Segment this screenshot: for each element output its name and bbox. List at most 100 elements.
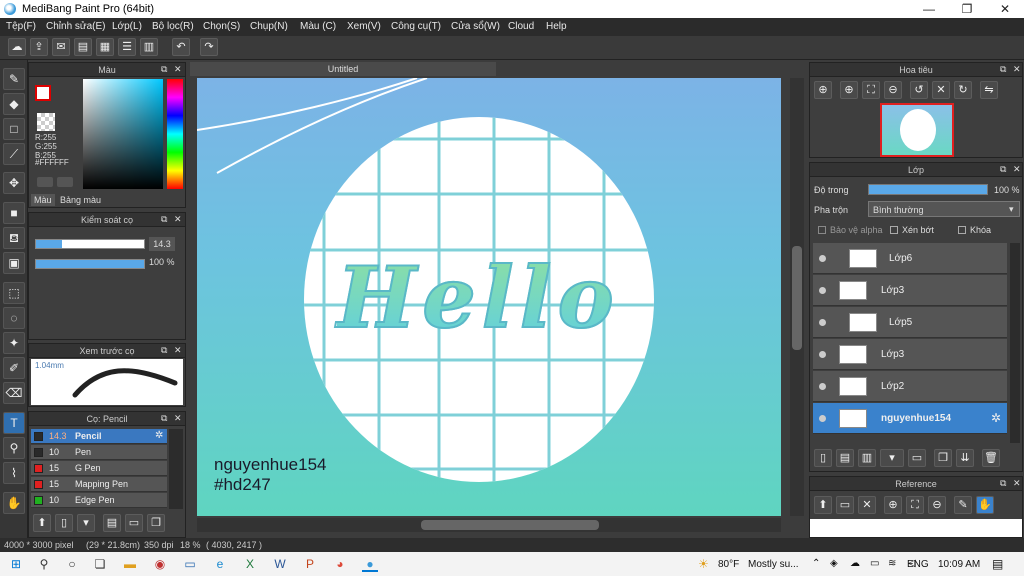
panel-close-icon[interactable]: ✕	[174, 345, 182, 356]
magic-wand-tool-icon[interactable]: ✦	[3, 332, 25, 354]
ref-zoom-in-icon[interactable]: ⊕	[884, 496, 902, 514]
brush-duplicate-icon[interactable]: ❐	[147, 514, 165, 532]
lock-checkbox[interactable]	[958, 226, 966, 234]
delete-layer-icon[interactable]: 🗑	[982, 449, 1000, 467]
brush-item-pen[interactable]: 10 Pen	[31, 445, 167, 460]
cortana-icon[interactable]: ○	[64, 556, 80, 572]
start-icon[interactable]: ⊞	[8, 556, 24, 572]
horizontal-scrollbar[interactable]	[197, 518, 781, 532]
redo-icon[interactable]: ↷	[200, 38, 218, 56]
new-brush-icon[interactable]: ▯	[55, 514, 73, 532]
document-icon[interactable]: ▦	[96, 38, 114, 56]
panel-close-icon[interactable]: ✕	[1013, 64, 1021, 75]
tab-color[interactable]: Màu	[31, 194, 55, 206]
gradient-tool-icon[interactable]: ▣	[3, 252, 25, 274]
layer-row[interactable]: Lớp3	[813, 275, 1007, 306]
layer-row[interactable]: Lớp6	[813, 243, 1007, 274]
layer-add-menu-icon[interactable]: ▾	[880, 449, 904, 467]
transparent-swatch[interactable]	[37, 113, 55, 131]
menu-layer[interactable]: Lớp(L)	[112, 21, 142, 32]
vertical-scrollbar[interactable]	[790, 78, 804, 516]
artwork-canvas[interactable]: Hello nguyenhue154 #hd247	[197, 78, 781, 516]
ref-folder-icon[interactable]: ▭	[836, 496, 854, 514]
menu-tools[interactable]: Công cụ(T)	[391, 21, 441, 32]
panel-float-icon[interactable]: ⧉	[161, 413, 167, 424]
maximize-button[interactable]: ❐	[948, 0, 986, 18]
select-pen-tool-icon[interactable]: ✐	[3, 357, 25, 379]
list-icon[interactable]: ☰	[118, 38, 136, 56]
text-tool-icon[interactable]: T	[3, 412, 25, 434]
swap-small-icon[interactable]	[57, 177, 73, 187]
clipping-checkbox[interactable]	[890, 226, 898, 234]
zoom-fit-icon[interactable]: ⊕	[814, 81, 832, 99]
zoom-out-icon[interactable]: ⊖	[884, 81, 902, 99]
panel-float-icon[interactable]: ⧉	[161, 345, 167, 356]
add-brush-icon[interactable]: ⬆	[33, 514, 51, 532]
brush-item-gpen[interactable]: 15 G Pen	[31, 461, 167, 476]
brush-opacity-slider[interactable]	[35, 259, 145, 269]
eyedrop-small-icon[interactable]	[37, 177, 53, 187]
brush-size-value[interactable]: 14.3	[149, 237, 175, 251]
menu-select[interactable]: Chọn(S)	[203, 21, 240, 32]
menu-help[interactable]: Help	[546, 21, 567, 32]
rotate-left-icon[interactable]: ↺	[910, 81, 928, 99]
eye-icon[interactable]	[819, 415, 826, 422]
eraser-tool-icon[interactable]: ◆	[3, 93, 25, 115]
merge-layer-icon[interactable]: ⇊	[956, 449, 974, 467]
chrome-icon[interactable]: ◕	[332, 556, 348, 572]
brush-item-mapping-pen[interactable]: 15 Mapping Pen	[31, 477, 167, 492]
notifications-icon[interactable]: ▤	[992, 557, 1003, 571]
powerpoint-icon[interactable]: P	[302, 556, 318, 572]
brush-size-slider[interactable]	[35, 239, 145, 249]
navigator-thumbnail[interactable]	[880, 103, 954, 157]
minimize-button[interactable]: —	[910, 0, 948, 18]
document-tab[interactable]: Untitled	[190, 62, 496, 76]
language-indicator[interactable]: ENG	[907, 559, 929, 570]
eye-icon[interactable]	[819, 383, 826, 390]
eyedropper-tool-icon[interactable]: ⌇	[3, 462, 25, 484]
lasso-tool-icon[interactable]: ◌	[3, 307, 25, 329]
flip-icon[interactable]: ⇋	[980, 81, 998, 99]
horizontal-scroll-thumb[interactable]	[421, 520, 599, 530]
layer-list-scrollbar[interactable]	[1010, 243, 1020, 443]
menu-cloud[interactable]: Cloud	[508, 21, 534, 32]
upload-icon[interactable]: ⇪	[30, 38, 48, 56]
wifi-icon[interactable]: ≋	[888, 558, 896, 569]
layer-row-selected[interactable]: nguyenhue154 ✲	[813, 403, 1007, 434]
hue-slider[interactable]	[167, 79, 183, 189]
word-icon[interactable]: W	[272, 556, 288, 572]
menu-color[interactable]: Màu (C)	[300, 21, 336, 32]
clock[interactable]: 10:09 AM	[938, 559, 980, 570]
fill-rect-tool-icon[interactable]: ■	[3, 202, 25, 224]
layer-row[interactable]: Lớp5	[813, 307, 1007, 338]
vertical-scroll-thumb[interactable]	[792, 246, 802, 350]
computer-icon[interactable]: ▭	[182, 556, 198, 572]
layer-row[interactable]: Lớp3	[813, 339, 1007, 370]
saturation-value-picker[interactable]	[83, 79, 163, 189]
select-tool-icon[interactable]: ⬚	[3, 282, 25, 304]
line-tool-icon[interactable]: ⟋	[3, 143, 25, 165]
layer-settings-icon[interactable]: ✲	[991, 411, 1001, 425]
menu-window[interactable]: Cửa sổ(W)	[451, 21, 500, 32]
eye-icon[interactable]	[819, 351, 826, 358]
edge-icon[interactable]: e	[212, 556, 228, 572]
new-layer-icon[interactable]: ▯	[814, 449, 832, 467]
tray-chevron-icon[interactable]: ⌃	[812, 558, 820, 569]
weather-temp[interactable]: 80°F	[718, 559, 739, 570]
ref-fit-icon[interactable]: ⛶	[906, 496, 924, 514]
comment-icon[interactable]: ▤	[74, 38, 92, 56]
ref-upload-icon[interactable]: ⬆	[814, 496, 832, 514]
excel-icon[interactable]: X	[242, 556, 258, 572]
panel-close-icon[interactable]: ✕	[174, 413, 182, 424]
zoom-tool-icon[interactable]: ⚲	[3, 437, 25, 459]
grid-icon[interactable]: ▥	[140, 38, 158, 56]
undo-icon[interactable]: ↶	[172, 38, 190, 56]
move-tool-icon[interactable]: ✥	[3, 172, 25, 194]
brush-list-scrollbar[interactable]	[169, 429, 183, 509]
close-button[interactable]: ✕	[986, 0, 1024, 18]
brush-tool-icon[interactable]: ✎	[3, 68, 25, 90]
ref-eyedropper-icon[interactable]: ✎	[954, 496, 972, 514]
app-red-icon[interactable]: ◉	[152, 556, 168, 572]
weather-desc[interactable]: Mostly su...	[748, 559, 799, 570]
tab-palette[interactable]: Bảng màu	[57, 194, 104, 206]
